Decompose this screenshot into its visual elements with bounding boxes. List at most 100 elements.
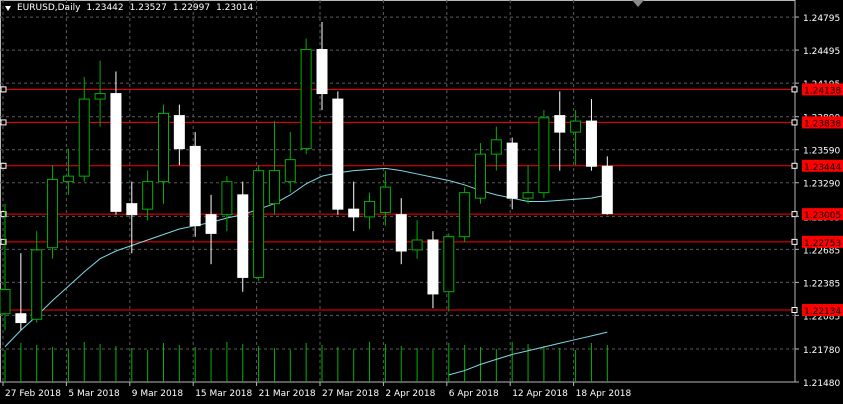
level-handle xyxy=(791,238,798,245)
candle-body-bearish xyxy=(126,203,138,216)
candle xyxy=(47,165,59,259)
candle-body-bearish xyxy=(554,115,566,133)
candle xyxy=(522,165,534,204)
price-chart[interactable]: 1.247951.244951.241951.238901.235901.232… xyxy=(0,0,843,404)
candle xyxy=(284,132,296,193)
ohlc-open: 1.23442 xyxy=(86,3,124,13)
level-price-text: 1.22753 xyxy=(804,239,841,249)
candle-body-bullish xyxy=(31,249,43,320)
candle xyxy=(189,132,201,237)
candle xyxy=(443,233,455,312)
candle xyxy=(15,253,27,331)
candle-body-bullish xyxy=(379,186,391,213)
candle-body-bearish xyxy=(601,165,613,215)
candle-body-bullish xyxy=(221,181,233,216)
price-tick-label: 1.22385 xyxy=(803,279,840,289)
level-price-text: 1.23444 xyxy=(804,163,841,173)
candle-body-bullish xyxy=(253,170,265,278)
time-tick-label: 2 Apr 2018 xyxy=(385,389,435,399)
time-tick-label: 21 Mar 2018 xyxy=(259,389,316,399)
price-tick-label: 1.24795 xyxy=(803,14,840,24)
candle-body-bearish xyxy=(237,194,249,278)
candle-body-bullish xyxy=(300,49,312,150)
candle xyxy=(300,38,312,155)
candle xyxy=(205,194,217,265)
candle-body-bullish xyxy=(475,153,486,199)
candle xyxy=(126,181,138,254)
candle xyxy=(395,198,407,265)
candle xyxy=(0,203,11,331)
candle xyxy=(158,104,169,204)
candle xyxy=(364,192,376,229)
time-tick-label: 6 Apr 2018 xyxy=(449,389,499,399)
candle xyxy=(601,156,613,215)
candle-body-bearish xyxy=(110,93,122,212)
candle-body-bearish xyxy=(585,120,597,167)
candle xyxy=(585,99,597,171)
level-price-text: 1.23838 xyxy=(804,119,841,129)
candle-body-bullish xyxy=(490,139,502,155)
candle xyxy=(506,137,518,210)
candle xyxy=(78,77,90,182)
candle-body-bullish xyxy=(459,192,471,238)
candle-body-bullish xyxy=(268,170,280,205)
candle xyxy=(459,187,471,243)
level-handle xyxy=(791,119,798,126)
candle xyxy=(538,110,550,199)
price-tick-label: 1.23590 xyxy=(803,147,840,157)
candle-body-bearish xyxy=(332,98,344,210)
candle-body-bullish xyxy=(284,159,296,183)
candle xyxy=(427,231,439,309)
candle-body-bearish xyxy=(205,214,217,234)
candle-body-bullish xyxy=(78,98,90,177)
candle xyxy=(379,170,391,226)
symbol-dropdown-icon[interactable] xyxy=(5,5,11,11)
symbol-header: EURUSD,Daily 1.23442 1.23527 1.22997 1.2… xyxy=(5,3,253,13)
time-tick-label: 27 Mar 2018 xyxy=(322,389,379,399)
time-tick-label: 9 Mar 2018 xyxy=(132,389,184,399)
ohlc-high: 1.23527 xyxy=(129,3,167,13)
candle xyxy=(475,143,486,204)
candle xyxy=(554,91,566,171)
time-tick-label: 18 Apr 2018 xyxy=(576,389,632,399)
level-price-text: 1.22134 xyxy=(804,307,841,317)
candle xyxy=(237,181,249,292)
candle xyxy=(570,110,582,166)
time-tick-label: 5 Mar 2018 xyxy=(68,389,120,399)
candle-body-bearish xyxy=(506,142,518,199)
candle-body-bullish xyxy=(570,120,582,133)
price-tick-label: 1.21780 xyxy=(803,346,840,356)
chart-shift-marker-icon[interactable] xyxy=(632,0,644,7)
candle xyxy=(348,181,360,232)
time-tick-label: 27 Feb 2018 xyxy=(5,389,61,399)
volume-histogram xyxy=(4,331,608,382)
level-handle xyxy=(791,162,798,169)
price-tick-label: 1.21480 xyxy=(803,379,840,389)
time-tick-label: 15 Mar 2018 xyxy=(195,389,252,399)
candle xyxy=(411,220,423,259)
time-tick-label: 12 Apr 2018 xyxy=(512,389,568,399)
candle xyxy=(173,104,185,166)
candle xyxy=(316,22,328,111)
level-price-text: 1.24138 xyxy=(804,86,841,96)
price-tick-label: 1.24495 xyxy=(803,47,840,57)
candle-body-bullish xyxy=(443,236,455,293)
candle xyxy=(142,170,154,221)
candle-body-bullish xyxy=(522,192,534,199)
candle-body-bearish xyxy=(395,214,407,252)
price-tick-label: 1.23290 xyxy=(803,180,840,190)
candle-body-bullish xyxy=(142,181,154,210)
candle xyxy=(490,126,502,171)
candle xyxy=(110,71,122,215)
level-handle xyxy=(0,86,7,93)
candle-body-bullish xyxy=(47,178,59,249)
ohlc-low: 1.22997 xyxy=(172,3,211,13)
candle-body-bullish xyxy=(411,239,423,251)
candle-body-bullish xyxy=(0,289,11,315)
candle-body-bearish xyxy=(316,49,328,95)
symbol-name: EURUSD,Daily xyxy=(17,3,81,13)
candle xyxy=(268,121,280,215)
time-axis: 27 Feb 2018 5 Mar 2018 9 Mar 2018 15 Mar 20… xyxy=(2,382,632,399)
level-price-text: 1.23005 xyxy=(804,211,841,221)
candle-body-bearish xyxy=(189,145,201,227)
